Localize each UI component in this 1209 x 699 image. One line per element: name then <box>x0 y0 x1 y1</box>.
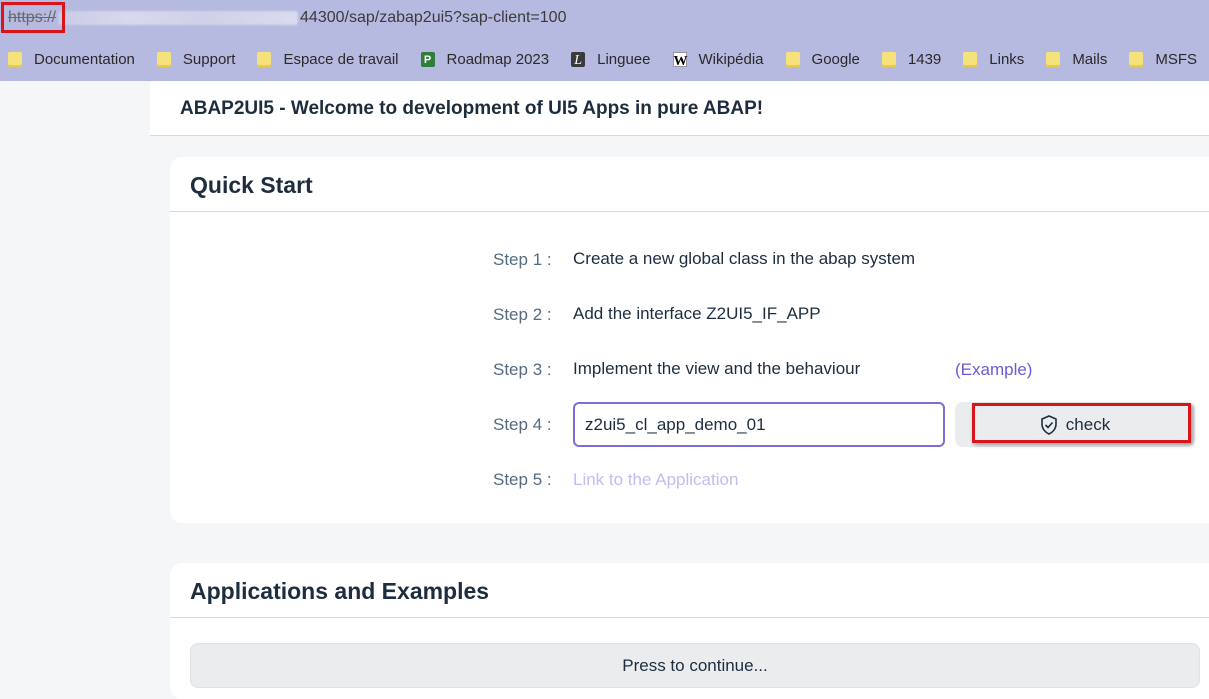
url-path: 44300/sap/zabap2ui5?sap-client=100 <box>300 9 567 26</box>
step-1-label: Step 1 : <box>493 250 552 269</box>
blurred-hostname <box>58 10 299 25</box>
step-3-label: Step 3 : <box>493 360 552 379</box>
page-header: ABAP2UI5 - Welcome to development of UI5… <box>150 81 1209 136</box>
applications-panel: Applications and Examples Press to conti… <box>170 563 1209 699</box>
folder-icon <box>881 51 896 67</box>
bookmark-1439[interactable]: 1439 <box>881 50 942 68</box>
step-4-label: Step 4 : <box>493 415 552 434</box>
bookmark-roadmap-2023[interactable]: P Roadmap 2023 <box>420 50 550 68</box>
bookmark-label: Linguee <box>597 50 651 68</box>
class-name-input[interactable] <box>573 402 945 447</box>
folder-icon <box>257 51 272 67</box>
wikipedia-icon: W <box>672 51 688 69</box>
bookmark-label: Roadmap 2023 <box>446 50 550 68</box>
bookmark-label: Documentation <box>34 50 135 68</box>
step-2-text: Add the interface Z2UI5_IF_APP <box>573 304 821 323</box>
bookmark-msfs[interactable]: MSFS <box>1129 51 1197 68</box>
folder-icon <box>963 51 978 67</box>
bookmark-label: 1439 <box>907 50 942 68</box>
folder-icon <box>156 51 171 67</box>
bookmark-label: Support <box>182 50 236 68</box>
step-1-text: Create a new global class in the abap sy… <box>573 249 916 268</box>
applications-header: Applications and Examples <box>170 563 1209 618</box>
application-link[interactable]: Link to the Application <box>573 470 738 490</box>
bookmark-mails[interactable]: Mails <box>1046 51 1107 68</box>
https-highlight-box <box>1 2 65 33</box>
address-bar[interactable]: https://44300/sap/zabap2ui5?sap-client=1… <box>0 0 1209 37</box>
bookmark-label: MSFS <box>1155 50 1197 68</box>
bookmark-google[interactable]: Google <box>785 50 860 68</box>
applications-title: Applications and Examples <box>190 578 490 604</box>
bookmark-label: Mails <box>1072 50 1108 68</box>
quick-start-title: Quick Start <box>190 172 313 198</box>
project-icon: P <box>420 51 435 67</box>
bookmarks-bar: Documentation Support Espace de travail … <box>0 37 1209 81</box>
bookmark-label: Google <box>811 50 860 68</box>
check-highlight-box <box>972 403 1191 443</box>
bookmark-linguee[interactable]: L Linguee <box>571 50 651 68</box>
step-5-label: Step 5 : <box>493 470 552 489</box>
example-link[interactable]: (Example) <box>955 360 1032 380</box>
bookmark-support[interactable]: Support <box>156 50 236 68</box>
bookmark-espace-de-travail[interactable]: Espace de travail <box>257 50 399 68</box>
quick-start-panel: Quick Start Step 1 : Create a new global… <box>170 157 1209 523</box>
bookmark-label: Espace de travail <box>283 50 399 68</box>
url-text[interactable]: https://44300/sap/zabap2ui5?sap-client=1… <box>8 9 566 27</box>
quick-start-header: Quick Start <box>170 157 1209 212</box>
step-2-label: Step 2 : <box>493 305 552 324</box>
bookmark-wikipedia[interactable]: W Wikipédia <box>672 50 764 69</box>
bookmark-links[interactable]: Links <box>963 51 1024 68</box>
folder-icon <box>8 51 22 67</box>
bookmark-label: Links <box>989 50 1025 68</box>
continue-button[interactable]: Press to continue... <box>190 643 1200 688</box>
folder-icon <box>1046 51 1061 67</box>
folder-icon <box>1129 51 1144 67</box>
linguee-icon: L <box>571 51 586 68</box>
folder-icon <box>785 51 800 67</box>
step-3-text: Implement the view and the behaviour <box>573 359 861 378</box>
bookmark-documentation[interactable]: Documentation <box>8 51 135 68</box>
page-title: ABAP2UI5 - Welcome to development of UI5… <box>180 98 764 119</box>
bookmark-label: Wikipédia <box>698 50 764 68</box>
